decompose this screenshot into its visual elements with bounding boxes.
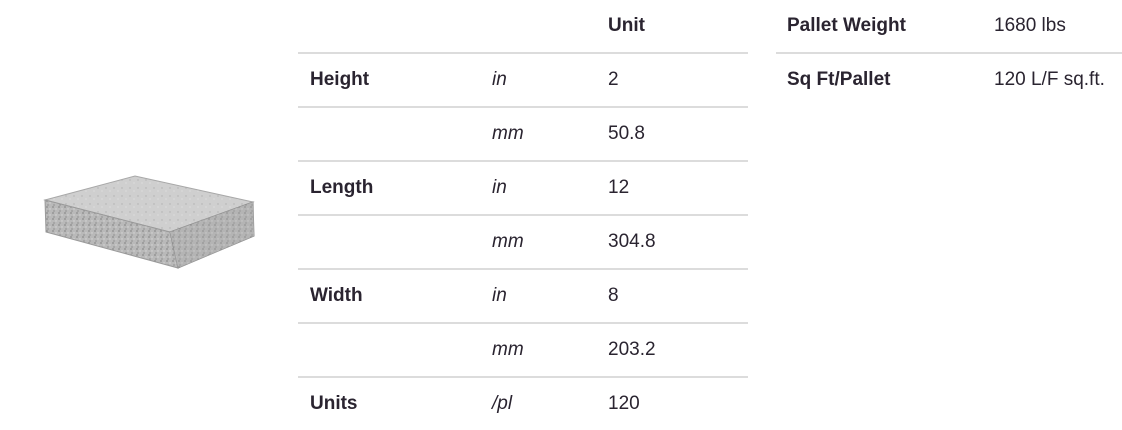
spec-value: 50.8 <box>608 107 748 162</box>
spec-header-row: Unit <box>298 0 748 54</box>
spec-label <box>298 215 492 270</box>
spec-header-cell <box>492 0 608 54</box>
table-row: Length in 12 <box>298 161 748 216</box>
pallet-value: 1680 lbs <box>994 0 1122 54</box>
table-row: mm 304.8 <box>298 215 748 270</box>
product-image-stone-block <box>40 170 260 280</box>
spec-unit: /pl <box>492 393 513 414</box>
product-spec-table: Unit Height in 2 mm 50.8 Length in 12 mm… <box>298 0 748 430</box>
table-row: Width in 8 <box>298 269 748 324</box>
spec-label <box>298 107 492 162</box>
spec-unit: mm <box>492 107 608 162</box>
spec-label: Height <box>298 53 492 108</box>
spec-value: 203.2 <box>608 323 748 378</box>
table-row: mm 50.8 <box>298 107 748 162</box>
spec-unit: in <box>492 269 608 324</box>
table-row: Height in 2 <box>298 53 748 108</box>
pallet-label: Sq Ft/Pallet <box>787 69 891 90</box>
spec-label <box>298 323 492 378</box>
spec-header-cell <box>298 0 492 54</box>
spec-unit: mm <box>492 323 608 378</box>
table-row: Sq Ft/Pallet 120 L/F sq.ft. <box>776 53 1122 106</box>
spec-label: Width <box>298 269 492 324</box>
spec-unit: mm <box>492 215 608 270</box>
table-row: Pallet Weight 1680 lbs <box>776 0 1122 54</box>
spec-value: 12 <box>608 161 748 216</box>
pallet-value: 120 L/F sq.ft. <box>994 69 1105 90</box>
spec-label: Units <box>310 393 358 414</box>
pallet-info-table: Pallet Weight 1680 lbs Sq Ft/Pallet 120 … <box>776 0 1122 106</box>
spec-value: 8 <box>608 269 748 324</box>
spec-value: 2 <box>608 53 748 108</box>
spec-value: 120 <box>608 393 640 414</box>
spec-label: Length <box>298 161 492 216</box>
spec-value: 304.8 <box>608 215 748 270</box>
spec-unit: in <box>492 161 608 216</box>
table-row: Units /pl 120 <box>298 377 748 430</box>
table-row: mm 203.2 <box>298 323 748 378</box>
pallet-label: Pallet Weight <box>776 0 994 54</box>
spec-header-unit: Unit <box>608 0 748 54</box>
spec-unit: in <box>492 53 608 108</box>
